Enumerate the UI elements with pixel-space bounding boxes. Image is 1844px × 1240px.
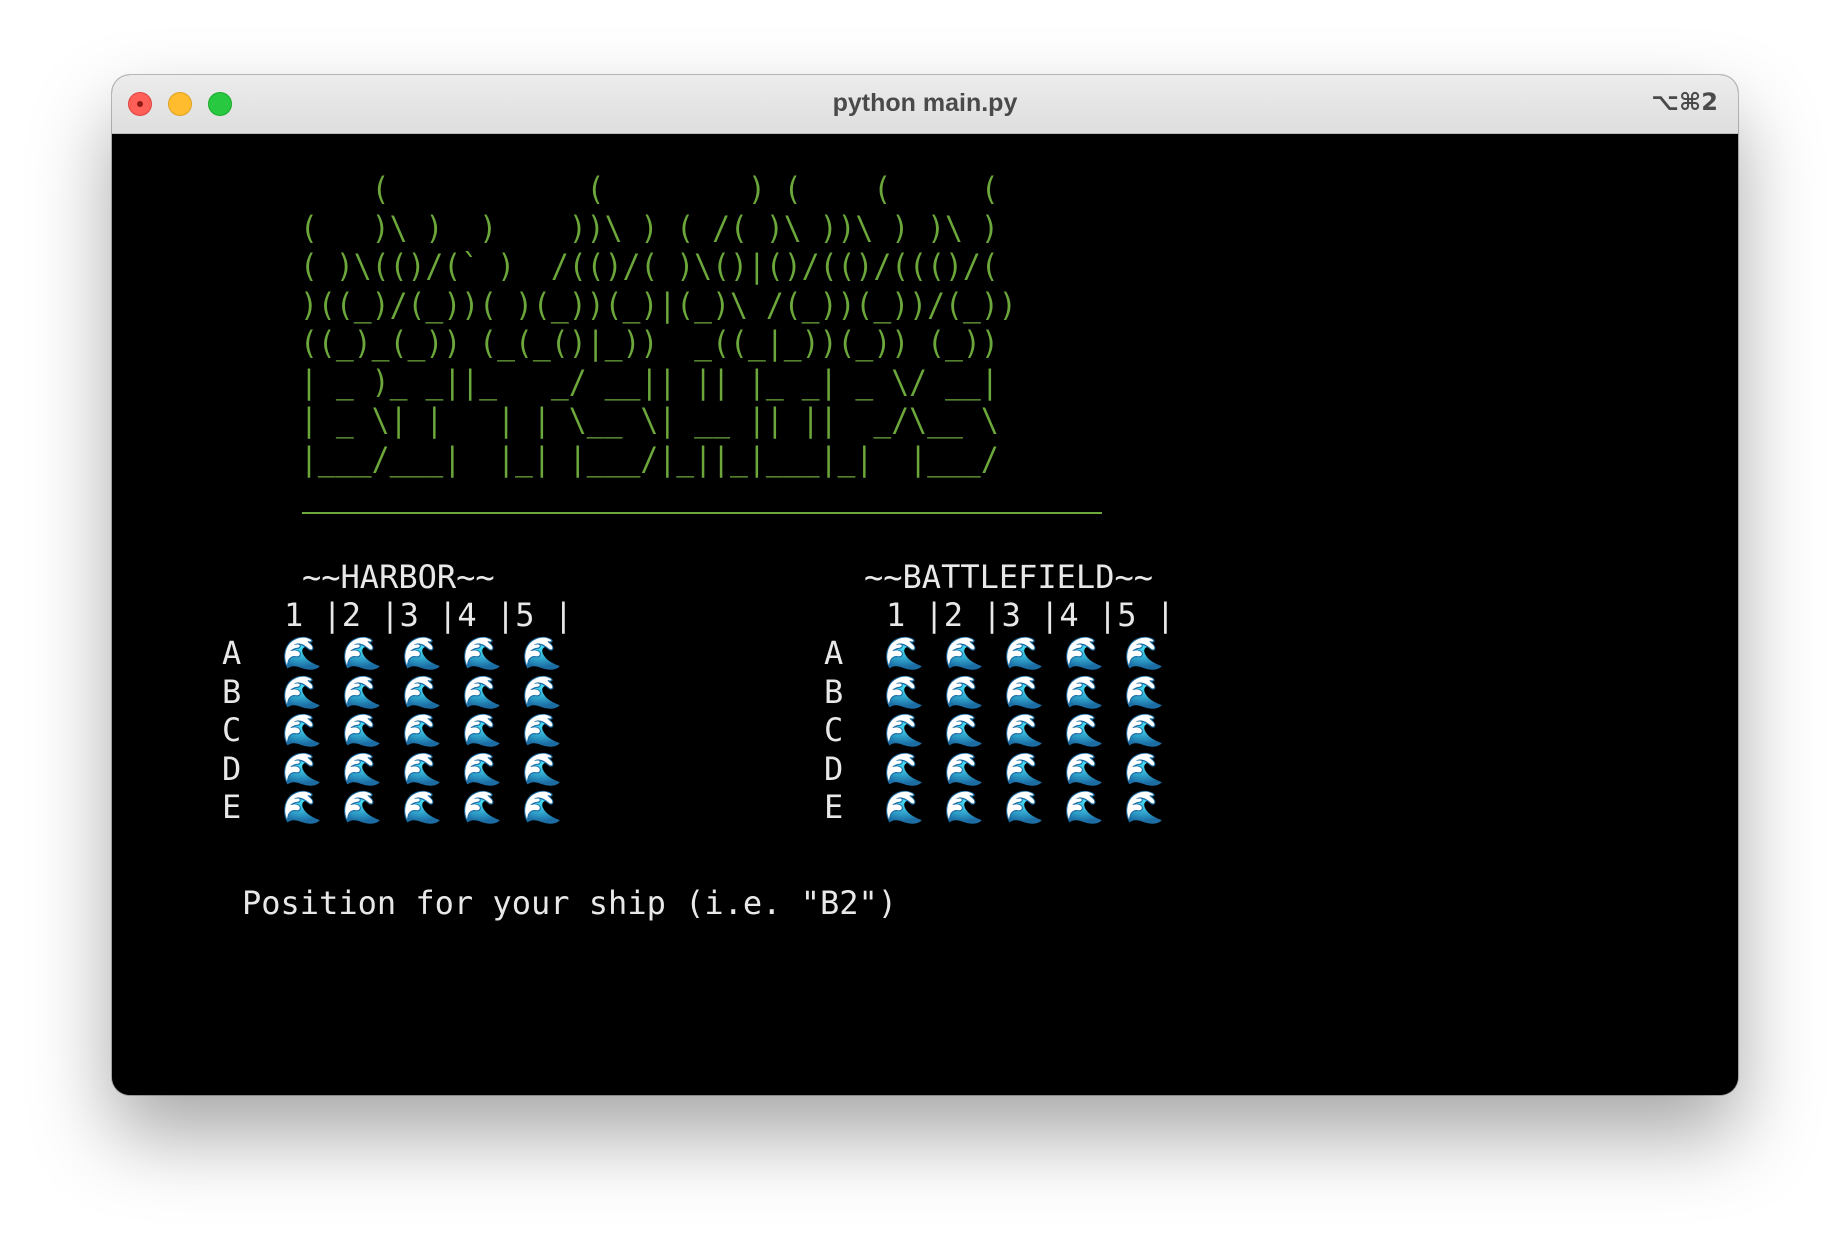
- harbor-row-label: C: [222, 711, 242, 749]
- wave-icon: 🌊: [402, 788, 442, 826]
- wave-icon: 🌊: [342, 672, 382, 711]
- harbor-row-label: E: [222, 788, 242, 826]
- harbor-title: ~~HARBOR~~: [302, 558, 495, 596]
- wave-icon: 🌊: [1064, 672, 1104, 711]
- battlefield-title: ~~BATTLEFIELD~~: [864, 558, 1153, 596]
- wave-icon: 🌊: [944, 711, 984, 749]
- wave-icon: 🌊: [884, 711, 924, 749]
- wave-icon: 🌊: [282, 749, 322, 788]
- wave-icon: 🌊: [282, 634, 322, 672]
- wave-icon: 🌊: [1124, 788, 1164, 826]
- wave-icon: 🌊: [1064, 749, 1104, 788]
- harbor-column-header: 1 |2 |3 |4 |5 |: [284, 596, 573, 634]
- wave-icon: 🌊: [884, 634, 924, 672]
- title-bar: python main.py ⌥⌘2: [112, 75, 1738, 134]
- battlefield-row: C 🌊 🌊 🌊 🌊 🌊: [824, 711, 1224, 749]
- wave-icon: 🌊: [522, 634, 562, 672]
- wave-icon: 🌊: [1124, 711, 1164, 749]
- wave-icon: 🌊: [462, 711, 502, 749]
- wave-icon: 🌊: [282, 711, 322, 749]
- wave-icon: 🌊: [402, 749, 442, 788]
- battlefield-column-header: 1 |2 |3 |4 |5 |: [886, 596, 1175, 634]
- wave-icon: 🌊: [342, 749, 382, 788]
- input-prompt: Position for your ship (i.e. "B2"): [242, 884, 898, 922]
- wave-icon: 🌊: [282, 672, 322, 711]
- terminal-content[interactable]: ( ( ) ( ( ( ( )\ ) ) ))\ ) ( /( )\ ))\ )…: [112, 134, 1738, 1095]
- wave-icon: 🌊: [342, 634, 382, 672]
- wave-icon: 🌊: [522, 672, 562, 711]
- banner-line: ( )\(()/(` ) /(()/( )\()|()/(()/((()/(: [300, 247, 999, 285]
- wave-icon: 🌊: [522, 749, 562, 788]
- wave-icon: 🌊: [402, 711, 442, 749]
- battlefield-row: A 🌊 🌊 🌊 🌊 🌊: [824, 634, 1224, 672]
- terminal-window: python main.py ⌥⌘2 ( ( ) ( ( ( ( )\ ) ) …: [112, 75, 1738, 1095]
- banner-line: ( )\ ) ) ))\ ) ( /( )\ ))\ ) )\ ): [300, 208, 999, 247]
- harbor-row: E 🌊 🌊 🌊 🌊 🌊: [222, 788, 622, 826]
- battlefield-row: B 🌊 🌊 🌊 🌊 🌊: [824, 673, 1224, 711]
- banner-line: | _ )_ _||_ _/ __|| || |_ _| _ \/ __|: [300, 362, 999, 401]
- window-title: python main.py: [832, 89, 1018, 117]
- battlefield-row-label: A: [824, 634, 844, 672]
- wave-icon: 🌊: [884, 788, 924, 826]
- wave-icon: 🌊: [462, 749, 502, 788]
- wave-icon: 🌊: [944, 634, 984, 672]
- banner-underline: [302, 512, 1102, 514]
- battlefield-row-label: C: [824, 711, 844, 749]
- wave-icon: 🌊: [944, 749, 984, 788]
- harbor-row-label: A: [222, 634, 242, 672]
- wave-icon: 🌊: [1124, 634, 1164, 672]
- wave-icon: 🌊: [944, 672, 984, 711]
- wave-icon: 🌊: [402, 634, 442, 672]
- battlefield-row-label: E: [824, 788, 844, 826]
- wave-icon: 🌊: [884, 749, 924, 788]
- harbor-row: A 🌊 🌊 🌊 🌊 🌊: [222, 634, 622, 672]
- harbor-row: B 🌊 🌊 🌊 🌊 🌊: [222, 673, 622, 711]
- wave-icon: 🌊: [462, 672, 502, 711]
- banner-line: | _ \| | | | \__ \| __ || || _/\__ \: [300, 401, 999, 439]
- wave-icon: 🌊: [402, 672, 442, 711]
- wave-icon: 🌊: [944, 788, 984, 826]
- wave-icon: 🌊: [1004, 672, 1044, 711]
- wave-icon: 🌊: [282, 788, 322, 826]
- battlefield-row-label: D: [824, 749, 844, 788]
- harbor-row: D 🌊 🌊 🌊 🌊 🌊: [222, 750, 622, 788]
- wave-icon: 🌊: [1064, 634, 1104, 672]
- wave-icon: 🌊: [522, 711, 562, 749]
- wave-icon: 🌊: [1124, 672, 1164, 711]
- wave-icon: 🌊: [1004, 788, 1044, 826]
- ascii-banner: ( ( ) ( ( ( ( )\ ) ) ))\ ) ( /( )\ ))\ )…: [300, 170, 1017, 478]
- wave-icon: 🌊: [1004, 711, 1044, 749]
- banner-line: ( ( ) ( ( (: [300, 170, 999, 208]
- wave-icon: 🌊: [462, 634, 502, 672]
- harbor-row-label: D: [222, 749, 242, 788]
- harbor-row: C 🌊 🌊 🌊 🌊 🌊: [222, 711, 622, 749]
- banner-line: |___/___| |_| |___/|_||_|___|_| |___/: [300, 439, 999, 478]
- wave-icon: 🌊: [884, 672, 924, 711]
- window-shortcut: ⌥⌘2: [1651, 88, 1718, 116]
- battlefield-row: D 🌊 🌊 🌊 🌊 🌊: [824, 750, 1224, 788]
- banner-line: ((_)_(_)) (_(_()|_)) _((_|_))(_)) (_)): [300, 324, 999, 362]
- wave-icon: 🌊: [1064, 788, 1104, 826]
- wave-icon: 🌊: [462, 788, 502, 826]
- wave-icon: 🌊: [1124, 749, 1164, 788]
- wave-icon: 🌊: [342, 788, 382, 826]
- wave-icon: 🌊: [1004, 749, 1044, 788]
- wave-icon: 🌊: [1064, 711, 1104, 749]
- harbor-row-label: B: [222, 672, 242, 711]
- wave-icon: 🌊: [1004, 634, 1044, 672]
- banner-line: )((_)/(_))( )(_))(_)|(_)\ /(_))(_))/(_)): [300, 285, 1017, 324]
- battlefield-row-label: B: [824, 672, 844, 711]
- wave-icon: 🌊: [522, 788, 562, 826]
- battlefield-row: E 🌊 🌊 🌊 🌊 🌊: [824, 788, 1224, 826]
- wave-icon: 🌊: [342, 711, 382, 749]
